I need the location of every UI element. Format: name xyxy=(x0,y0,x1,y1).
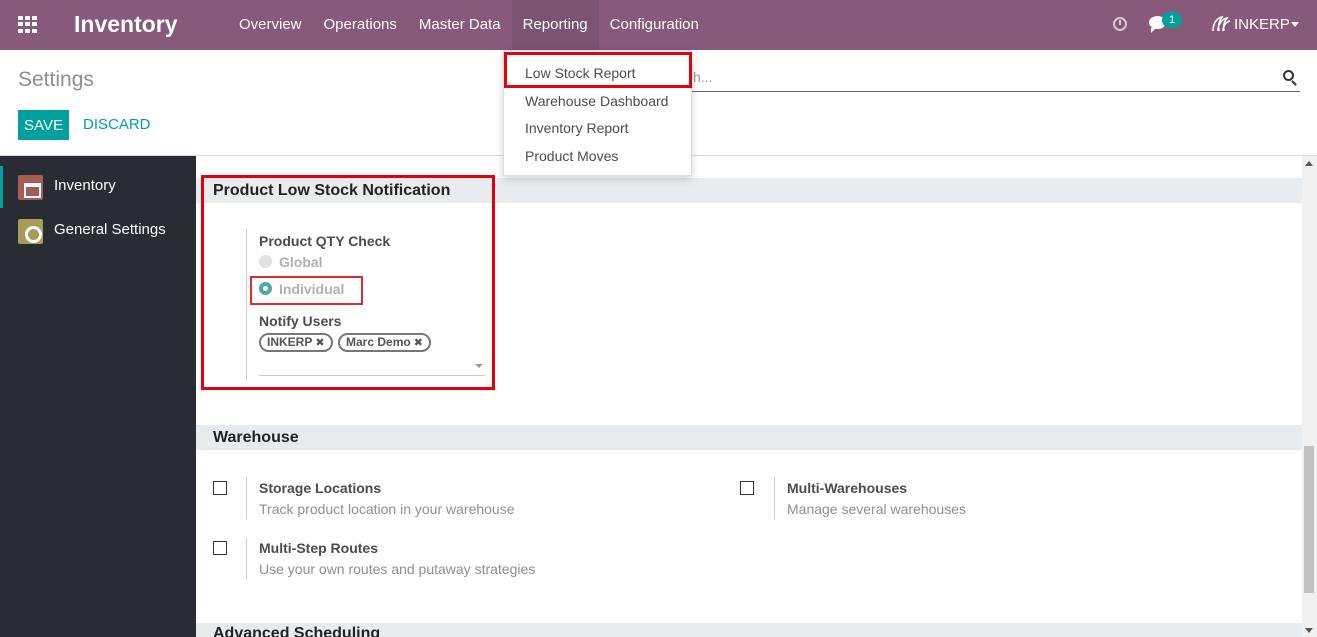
section-title-advanced-scheduling: Advanced Scheduling xyxy=(213,625,381,637)
multi-step-routes-setting: Multi-Step Routes Use your own routes an… xyxy=(246,538,666,579)
storage-locations-checkbox[interactable] xyxy=(213,481,227,495)
sidebar-item-inventory[interactable]: Inventory xyxy=(0,166,196,208)
gear-icon xyxy=(18,219,43,244)
multi-step-routes-checkbox[interactable] xyxy=(213,541,227,555)
menu-item-inventory-report[interactable]: Inventory Report xyxy=(525,120,629,136)
setting-description: Use your own routes and putaway strategi… xyxy=(259,561,536,577)
menu-operations[interactable]: Operations xyxy=(313,0,408,50)
search-icon[interactable] xyxy=(1283,70,1294,81)
highlight-low-stock-report xyxy=(504,52,692,88)
setting-description: Track product location in your warehouse xyxy=(259,501,515,517)
multi-warehouses-setting: Multi-Warehouses Manage several warehous… xyxy=(774,478,1174,519)
section-header xyxy=(196,425,1302,450)
content-scrollbar[interactable] xyxy=(1302,156,1317,637)
notification-badge: 1 xyxy=(1162,12,1182,28)
storage-locations-setting: Storage Locations Track product location… xyxy=(246,478,666,519)
menu-master-data[interactable]: Master Data xyxy=(408,0,512,50)
menu-item-product-moves[interactable]: Product Moves xyxy=(525,148,618,164)
scroll-thumb[interactable] xyxy=(1304,446,1314,593)
settings-sidebar: Inventory General Settings xyxy=(0,156,196,637)
apps-menu-icon[interactable] xyxy=(18,16,37,33)
menu-reporting[interactable]: Reporting xyxy=(511,0,599,50)
search-placeholder: h... xyxy=(693,69,713,85)
discard-button[interactable]: DISCARD xyxy=(83,116,151,133)
menu-configuration[interactable]: Configuration xyxy=(599,0,710,50)
setting-description: Manage several warehouses xyxy=(787,501,966,517)
app-brand[interactable]: Inventory xyxy=(74,11,178,38)
sidebar-item-general-settings[interactable]: General Settings xyxy=(0,210,196,252)
user-menu[interactable]: INKERP xyxy=(1234,16,1290,33)
scroll-down-icon[interactable] xyxy=(1305,628,1313,633)
setting-title: Multi-Warehouses xyxy=(787,480,908,496)
main-menu: Overview Operations Master Data Reportin… xyxy=(228,0,710,50)
inventory-app-icon xyxy=(18,175,43,200)
menu-overview[interactable]: Overview xyxy=(228,0,313,50)
activity-clock-icon[interactable] xyxy=(1113,17,1127,31)
top-navbar: Inventory Overview Operations Master Dat… xyxy=(0,0,1317,50)
sidebar-item-label: Inventory xyxy=(54,177,116,194)
menu-item-warehouse-dashboard[interactable]: Warehouse Dashboard xyxy=(525,93,668,109)
save-button[interactable]: SAVE xyxy=(18,110,69,140)
section-title-warehouse: Warehouse xyxy=(213,429,299,446)
search-input[interactable]: h... xyxy=(690,66,1300,92)
highlight-individual-option xyxy=(250,276,363,305)
company-logo-icon xyxy=(1212,15,1231,32)
sidebar-item-label: General Settings xyxy=(54,221,166,238)
setting-title: Storage Locations xyxy=(259,480,382,496)
setting-title: Multi-Step Routes xyxy=(259,540,378,556)
multi-warehouses-checkbox[interactable] xyxy=(740,481,754,495)
chevron-down-icon[interactable] xyxy=(1291,22,1299,27)
page-title: Settings xyxy=(18,68,94,91)
scroll-up-icon[interactable] xyxy=(1305,161,1313,166)
